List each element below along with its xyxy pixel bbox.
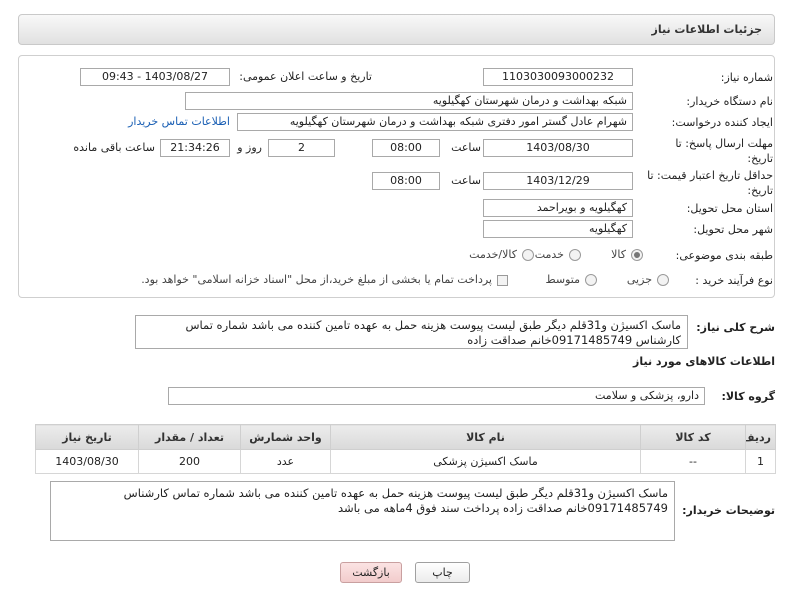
days-label: روز و [237, 141, 262, 154]
table-header-row: ردیف کد کالا نام کالا واحد شمارش تعداد /… [35, 424, 776, 450]
time-remaining-label: ساعت باقی مانده [73, 141, 155, 154]
creator-label: ایجاد کننده درخواست: [671, 116, 773, 129]
goods-table: ردیف کد کالا نام کالا واحد شمارش تعداد /… [35, 424, 776, 474]
delivery-province-field[interactable]: کهگیلویه و بویراحمد [483, 199, 633, 217]
goods-section-heading: اطلاعات کالاهای مورد نیاز [633, 355, 775, 368]
price-validity-date-field[interactable]: 1403/12/29 [483, 172, 633, 190]
category-option-label: کالا [611, 248, 626, 261]
cell-unit: عدد [240, 449, 331, 474]
radio-button[interactable] [657, 274, 669, 286]
cell-goods-name: ماسک اکسیژن پزشکی [330, 449, 641, 474]
cell-goods-code: -- [640, 449, 746, 474]
column-header-unit: واحد شمارش [240, 424, 331, 450]
time-remaining-field[interactable]: 21:34:26 [160, 139, 230, 157]
back-button[interactable]: بازگشت [340, 562, 402, 583]
description-textarea[interactable]: ماسک اکسیژن و31قلم دیگر طبق لیست پیوست ه… [135, 315, 688, 349]
column-header-row-number: ردیف [745, 424, 776, 450]
announce-datetime-field[interactable]: 1403/08/27 - 09:43 [80, 68, 230, 86]
process-option-label: جزیی [626, 273, 652, 286]
buyer-org-label: نام دستگاه خریدار: [686, 95, 773, 108]
category-option-service[interactable]: خدمت [535, 248, 581, 262]
page-title: جزئیات اطلاعات نیاز [651, 23, 763, 36]
radio-button[interactable] [569, 249, 581, 261]
need-number-label: شماره نیاز: [720, 71, 773, 84]
radio-button[interactable] [522, 249, 534, 261]
column-header-quantity: تعداد / مقدار [138, 424, 241, 450]
delivery-province-label: استان محل تحویل: [686, 202, 773, 215]
category-option-label: خدمت [534, 248, 564, 261]
announce-datetime-label: تاریخ و ساعت اعلان عمومی: [239, 70, 372, 83]
print-button[interactable]: چاپ [415, 562, 470, 583]
price-validity-time-field[interactable]: 08:00 [372, 172, 440, 190]
radio-button[interactable] [631, 249, 643, 261]
column-header-need-date: تاریخ نیاز [35, 424, 139, 450]
reply-deadline-time-field[interactable]: 08:00 [372, 139, 440, 157]
buyer-notes-label: توضیحات خریدار: [682, 504, 775, 517]
category-option-goods-service[interactable]: کالا/خدمت [469, 248, 534, 262]
process-option-minor[interactable]: جزیی [627, 273, 669, 287]
days-remaining-field[interactable]: 2 [268, 139, 335, 157]
reply-deadline-time-label: ساعت [451, 141, 481, 154]
price-validity-label: حداقل تاریخ اعتبار قیمت: تا تاریخ: [647, 169, 773, 197]
cell-quantity: 200 [138, 449, 241, 474]
process-option-label: متوسط [545, 273, 580, 286]
purchase-process-label: نوع فرآیند خرید : [695, 274, 773, 287]
column-header-goods-name: نام کالا [330, 424, 641, 450]
cell-need-date: 1403/08/30 [35, 449, 139, 474]
delivery-city-field[interactable]: کهگیلویه [483, 220, 633, 238]
treasury-checkbox[interactable] [497, 274, 508, 286]
treasury-checkbox-label: پرداخت تمام یا بخشی از مبلغ خرید،از محل … [141, 273, 492, 286]
reply-deadline-date-field[interactable]: 1403/08/30 [483, 139, 633, 157]
goods-group-field[interactable]: دارو، پزشکی و سلامت [168, 387, 705, 405]
description-label: شرح کلی نیاز: [696, 321, 775, 334]
price-validity-time-label: ساعت [451, 174, 481, 187]
goods-group-label: گروه کالا: [721, 390, 775, 403]
delivery-city-label: شهر محل تحویل: [693, 223, 773, 236]
treasury-payment-option[interactable]: پرداخت تمام یا بخشی از مبلغ خرید،از محل … [141, 273, 508, 287]
creator-field[interactable]: شهرام عادل گستر امور دفتری شبکه بهداشت و… [237, 113, 633, 131]
category-option-goods[interactable]: کالا [611, 248, 643, 262]
radio-button[interactable] [585, 274, 597, 286]
category-option-label: کالا/خدمت [469, 248, 517, 261]
column-header-goods-code: کد کالا [640, 424, 746, 450]
buyer-contact-link[interactable]: اطلاعات تماس خریدار [128, 115, 230, 129]
category-label: طبقه بندی موضوعی: [675, 249, 773, 262]
reply-deadline-label: مهلت ارسال پاسخ: تا تاریخ: [675, 137, 773, 165]
buyer-org-field[interactable]: شبکه بهداشت و درمان شهرستان کهگیلویه [185, 92, 633, 110]
process-option-medium[interactable]: متوسط [545, 273, 597, 287]
page-header: جزئیات اطلاعات نیاز [18, 14, 775, 45]
need-number-field[interactable]: 1103030093000232 [483, 68, 633, 86]
cell-row-number: 1 [745, 449, 776, 474]
table-row[interactable]: 1 -- ماسک اکسیژن پزشکی عدد 200 1403/08/3… [35, 449, 776, 474]
buyer-notes-textarea[interactable]: ماسک اکسیژن و31قلم دیگر طبق لیست پیوست ه… [50, 481, 675, 541]
